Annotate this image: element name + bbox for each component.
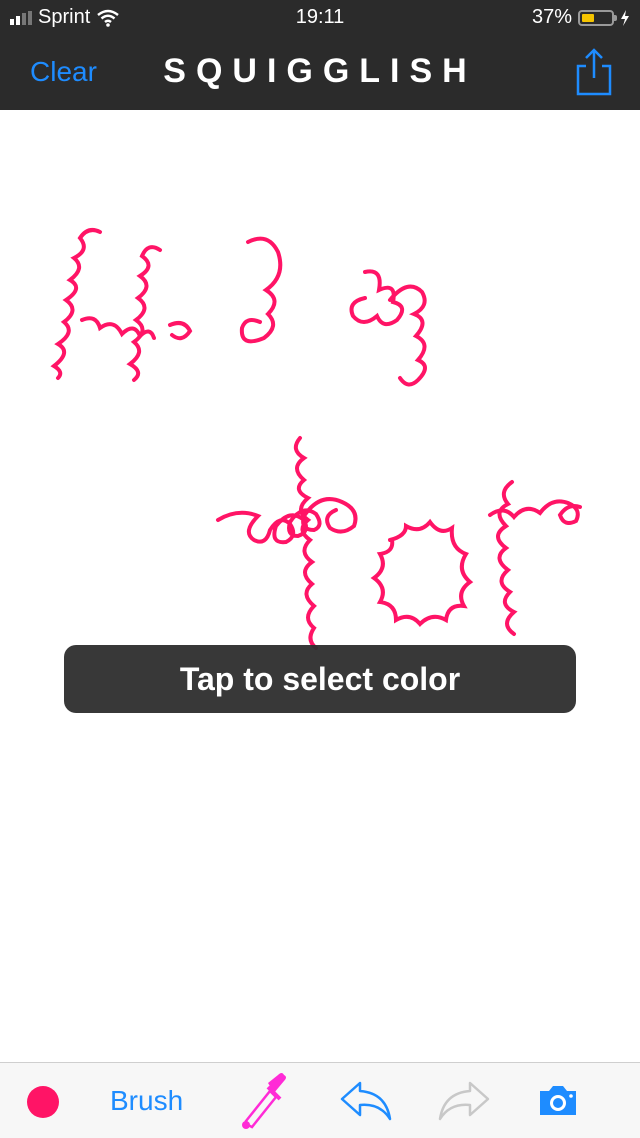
camera-icon[interactable] [536, 1083, 580, 1119]
redo-icon[interactable] [436, 1079, 492, 1123]
app-title: SQUIGGLISH [163, 52, 477, 90]
drawing-canvas[interactable]: Tap to select color [0, 110, 640, 1062]
navigation-bar: Clear SQUIGGLISH [0, 36, 640, 110]
battery-status: 37% [532, 6, 630, 29]
battery-percent: 37% [531, 6, 572, 28]
status-bar: Sprint 19:11 37% [0, 0, 640, 36]
eyedropper-icon[interactable] [240, 1073, 290, 1129]
bottom-toolbar: Brush [0, 1062, 640, 1138]
charging-icon [621, 9, 629, 26]
squiggle-drawing [50, 228, 582, 650]
share-icon[interactable] [572, 46, 616, 98]
toast-message: Tap to select color [64, 645, 576, 713]
color-swatch[interactable] [27, 1086, 59, 1118]
brush-button[interactable]: Brush [110, 1085, 183, 1117]
undo-icon[interactable] [338, 1079, 394, 1123]
battery-icon [578, 9, 617, 26]
